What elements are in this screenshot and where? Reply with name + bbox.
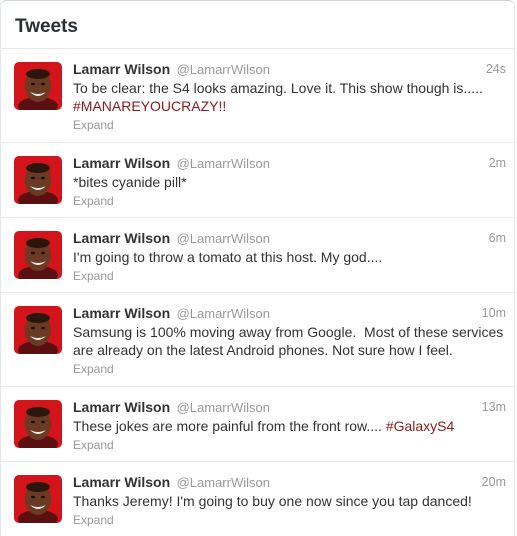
expand-link[interactable]: Expand	[73, 361, 506, 377]
tweet-text: Samsung is 100% moving away from Google.…	[73, 324, 508, 358]
tweet-timestamp[interactable]: 13m	[482, 398, 506, 416]
avatar-image	[14, 475, 62, 523]
author-name[interactable]: Lamarr Wilson	[73, 230, 170, 246]
avatar[interactable]	[14, 231, 62, 279]
author-name[interactable]: Lamarr Wilson	[73, 155, 170, 171]
author-name[interactable]: Lamarr Wilson	[73, 474, 170, 490]
tweets-panel: Tweets Lamarr Wilson @LamarrWilson 24s T…	[0, 0, 515, 536]
tweet-item[interactable]: Lamarr Wilson @LamarrWilson 2m *bites cy…	[1, 143, 514, 218]
tweet-text: I'm going to throw a tomato at this host…	[73, 249, 383, 265]
avatar-image	[14, 306, 62, 354]
expand-link[interactable]: Expand	[73, 193, 506, 209]
panel-header: Tweets	[1, 1, 514, 49]
expand-link[interactable]: Expand	[73, 437, 506, 453]
hashtag-link[interactable]: #MANAREYOUCRAZY!!	[73, 98, 226, 114]
tweet-timestamp[interactable]: 10m	[482, 304, 506, 322]
tweet-list: Lamarr Wilson @LamarrWilson 24s To be cl…	[1, 49, 514, 536]
avatar-image	[14, 231, 62, 279]
tweet-text: *bites cyanide pill*	[73, 174, 187, 190]
author-name[interactable]: Lamarr Wilson	[73, 305, 170, 321]
tweet-timestamp[interactable]: 6m	[489, 229, 506, 247]
tweet-body: To be clear: the S4 looks amazing. Love …	[73, 80, 483, 96]
tweet-item[interactable]: Lamarr Wilson @LamarrWilson 13m These jo…	[1, 387, 514, 462]
avatar[interactable]	[14, 475, 62, 523]
hashtag-link[interactable]: #GalaxyS4	[386, 418, 454, 434]
panel-title: Tweets	[15, 16, 79, 37]
avatar[interactable]	[14, 306, 62, 354]
author-handle[interactable]: @LamarrWilson	[177, 62, 270, 77]
tweet-text: These jokes are more painful from the fr…	[73, 417, 506, 435]
tweet-item[interactable]: Lamarr Wilson @LamarrWilson 24s To be cl…	[1, 49, 514, 143]
author-handle[interactable]: @LamarrWilson	[177, 231, 270, 246]
tweet-timestamp[interactable]: 2m	[489, 154, 506, 172]
author-name[interactable]: Lamarr Wilson	[73, 61, 170, 77]
tweet-item[interactable]: Lamarr Wilson @LamarrWilson 20m Thanks J…	[1, 462, 514, 536]
avatar-image	[14, 400, 62, 448]
tweet-item[interactable]: Lamarr Wilson @LamarrWilson 6m I'm going…	[1, 218, 514, 293]
author-handle[interactable]: @LamarrWilson	[177, 306, 270, 321]
tweet-body: These jokes are more painful from the fr…	[73, 418, 382, 434]
avatar[interactable]	[14, 156, 62, 204]
avatar-image	[14, 62, 62, 110]
expand-link[interactable]: Expand	[73, 117, 506, 133]
expand-link[interactable]: Expand	[73, 268, 506, 284]
author-handle[interactable]: @LamarrWilson	[177, 400, 270, 415]
author-handle[interactable]: @LamarrWilson	[177, 156, 270, 171]
avatar[interactable]	[14, 62, 62, 110]
author-handle[interactable]: @LamarrWilson	[177, 475, 270, 490]
tweet-timestamp[interactable]: 20m	[482, 473, 506, 491]
tweet-text: Thanks Jeremy! I'm going to buy one now …	[73, 493, 472, 509]
avatar-image	[14, 156, 62, 204]
tweet-item[interactable]: Lamarr Wilson @LamarrWilson 10m Samsung …	[1, 293, 514, 387]
tweet-text: To be clear: the S4 looks amazing. Love …	[73, 79, 506, 115]
author-name[interactable]: Lamarr Wilson	[73, 399, 170, 415]
tweet-timestamp[interactable]: 24s	[486, 60, 506, 78]
expand-link[interactable]: Expand	[73, 512, 506, 528]
avatar[interactable]	[14, 400, 62, 448]
